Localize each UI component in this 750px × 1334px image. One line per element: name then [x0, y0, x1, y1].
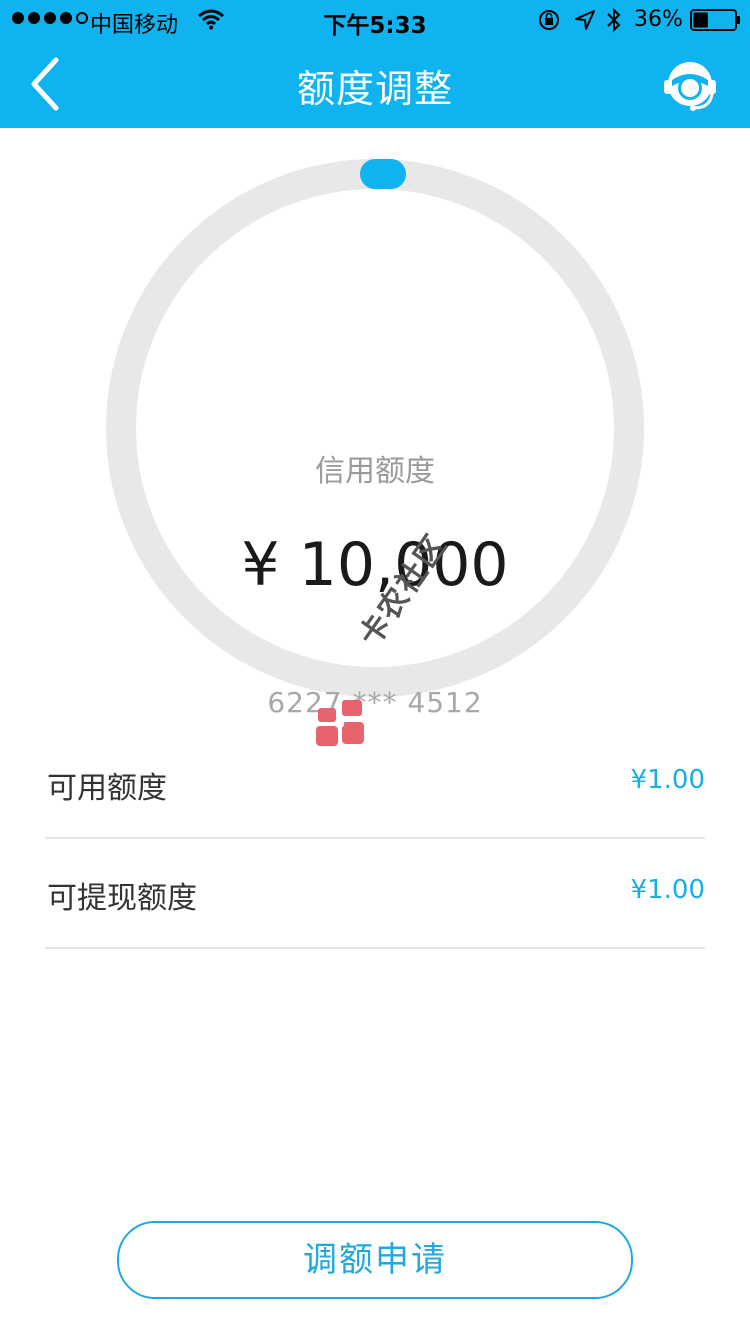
withdrawable-limit-row: 可提现额度 ¥1.00: [45, 837, 705, 949]
gauge-handle[interactable]: [360, 159, 406, 189]
page-title: 额度调整: [296, 67, 453, 111]
nav-bar: 额度调整: [0, 40, 750, 128]
bluetooth-icon: [607, 7, 621, 33]
withdrawable-limit-value: ¥1.00: [630, 875, 705, 905]
top-bar: 中国移动 下午5:33 36% 额度调整: [0, 0, 750, 128]
battery-icon: [690, 9, 740, 31]
credit-limit-label: 信用额度: [315, 454, 435, 489]
rotation-lock-icon: [539, 10, 559, 30]
apply-adjust-button[interactable]: 调额申请: [117, 1221, 633, 1299]
available-limit-label: 可用额度: [47, 771, 167, 806]
battery-percent: 36%: [634, 7, 683, 32]
available-limit-value: ¥1.00: [630, 765, 705, 795]
status-bar: 中国移动 下午5:33 36%: [0, 0, 750, 40]
credit-adjust-screen: 中国移动 下午5:33 36% 额度调整 信用额度 ¥ 10,000 6227 …: [0, 0, 750, 1334]
withdrawable-limit-label: 可提现额度: [47, 881, 197, 916]
customer-service-icon: [664, 62, 716, 111]
location-arrow-icon: [575, 10, 595, 30]
available-limit-row: 可用额度 ¥1.00: [45, 727, 705, 839]
customer-service-button[interactable]: [660, 54, 720, 114]
